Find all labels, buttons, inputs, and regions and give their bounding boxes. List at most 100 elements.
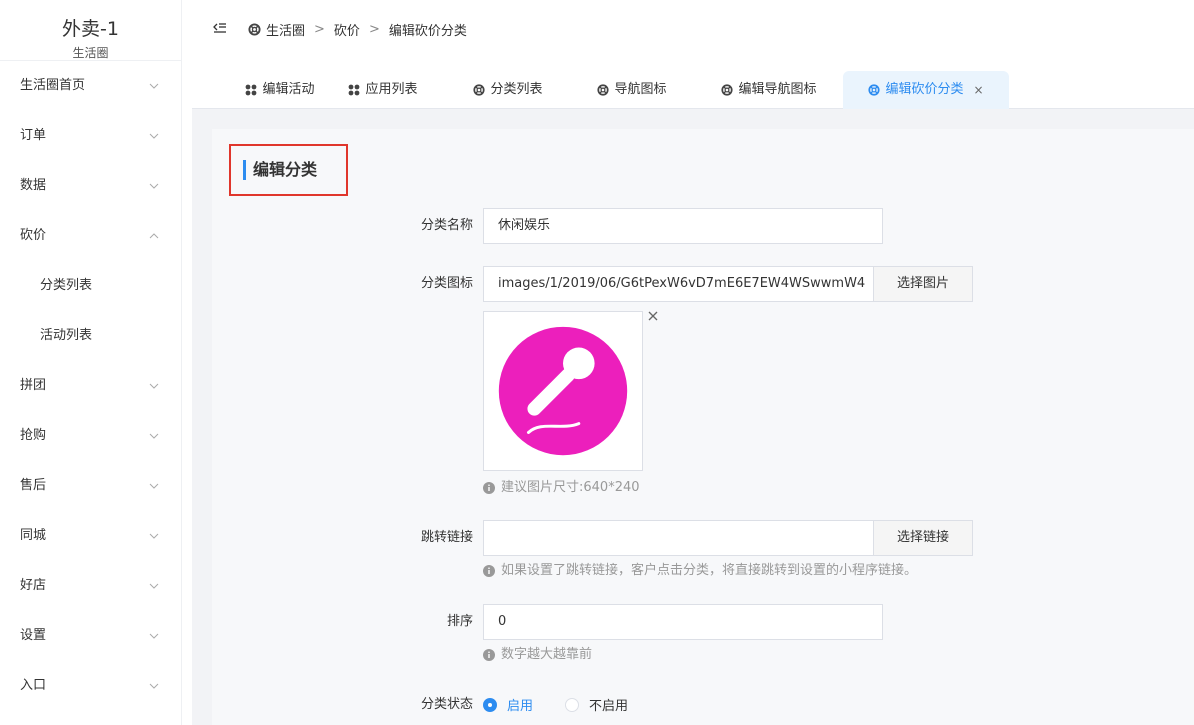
chevron-down-icon: [149, 381, 159, 391]
tab-bar: 编辑活动 应用列表 分类列表 导航图标 编辑导航图标 编辑砍价分类 ×: [192, 58, 1194, 109]
chevron-down-icon: [149, 131, 159, 141]
radio-unchecked-icon: [565, 697, 579, 712]
sidebar-item-group-buy[interactable]: 拼团: [0, 361, 181, 411]
info-icon: [483, 482, 495, 494]
sidebar-item-label: 设置: [20, 628, 47, 643]
lifebuoy-icon: [248, 22, 261, 36]
sidebar-item-label: 订单: [20, 128, 47, 143]
breadcrumb-separator: >: [314, 21, 325, 37]
chevron-down-icon: [149, 431, 159, 441]
sidebar-item-label: 活动列表: [40, 328, 93, 343]
sidebar-item-category-list[interactable]: 分类列表: [0, 261, 181, 311]
sidebar-item-good-shop[interactable]: 好店: [0, 561, 181, 611]
breadcrumb-item-bargain[interactable]: 砍价: [334, 20, 360, 39]
breadcrumb-item-current: 编辑砍价分类: [388, 23, 467, 39]
tab-app-list[interactable]: 应用列表: [340, 71, 426, 109]
breadcrumb-item-life-circle[interactable]: 生活圈: [266, 20, 305, 39]
tab-edit-nav-icon[interactable]: 编辑导航图标: [706, 71, 832, 109]
status-disabled-radio[interactable]: 不启用: [565, 695, 628, 714]
sidebar-item-label: 售后: [20, 478, 47, 493]
sort-label: 排序: [446, 614, 473, 629]
microphone-icon: [498, 326, 628, 456]
sidebar-item-settings[interactable]: 设置: [0, 611, 181, 661]
lifebuoy-icon: [473, 84, 486, 96]
radio-label: 启用: [507, 699, 534, 714]
tab-label: 编辑活动: [262, 82, 315, 97]
status-label: 分类状态: [420, 697, 473, 712]
breadcrumb: 生活圈 > 砍价 > 编辑砍价分类: [248, 19, 467, 39]
tab-edit-bargain-category[interactable]: 编辑砍价分类 ×: [843, 71, 1009, 109]
name-label: 分类名称: [420, 218, 473, 233]
radio-checked-icon: [483, 697, 497, 712]
sidebar-item-label: 生活圈首页: [20, 78, 86, 93]
tab-label: 分类列表: [490, 82, 543, 97]
lifebuoy-icon: [721, 84, 734, 96]
lifebuoy-icon: [868, 84, 881, 96]
chevron-down-icon: [149, 481, 159, 491]
icon-label: 分类图标: [420, 276, 473, 291]
grid-icon: [245, 84, 257, 96]
name-input[interactable]: 休闲娱乐: [483, 208, 883, 244]
select-link-button[interactable]: 选择链接: [874, 520, 973, 556]
sidebar-item-activity-list[interactable]: 活动列表: [0, 311, 181, 361]
content-panel: 编辑分类 分类名称 休闲娱乐 分类图标 images/1/2019/06/G6t…: [212, 129, 1194, 725]
chevron-down-icon: [149, 181, 159, 191]
sidebar-item-bargain[interactable]: 砍价: [0, 211, 181, 261]
tab-nav-icons[interactable]: 导航图标: [584, 71, 680, 109]
close-icon[interactable]: ×: [973, 71, 983, 109]
chevron-down-icon: [149, 681, 159, 691]
tab-label: 编辑砍价分类: [885, 82, 964, 97]
sidebar-item-label: 入口: [20, 678, 47, 693]
sidebar-item-orders[interactable]: 订单: [0, 111, 181, 161]
icon-path-input[interactable]: images/1/2019/06/G6tPexW6vD7mE6E7EW4WSww…: [483, 266, 874, 302]
lifebuoy-icon: [597, 84, 610, 96]
sidebar-item-label: 数据: [20, 178, 47, 193]
sidebar-item-label: 砍价: [20, 228, 47, 243]
brand-title: 外卖-1: [62, 18, 119, 40]
link-hint: 如果设置了跳转链接，客户点击分类，将直接跳转到设置的小程序链接。: [483, 562, 917, 580]
tab-edit-activity[interactable]: 编辑活动: [232, 71, 328, 109]
info-icon: [483, 565, 495, 577]
sidebar-item-label: 好店: [20, 578, 47, 593]
select-image-button[interactable]: 选择图片: [874, 266, 973, 302]
hint-text: 建议图片尺寸:640*240: [501, 480, 640, 495]
chevron-down-icon: [149, 581, 159, 591]
sidebar-item-label: 拼团: [20, 378, 47, 393]
sidebar-item-entry[interactable]: 入口: [0, 661, 181, 711]
hint-text: 数字越大越靠前: [501, 647, 593, 662]
chevron-up-icon: [149, 231, 159, 241]
sidebar-item-label: 同城: [20, 528, 47, 543]
remove-image-icon[interactable]: [646, 309, 660, 323]
sidebar-item-home[interactable]: 生活圈首页: [0, 61, 181, 111]
sidebar-item-local[interactable]: 同城: [0, 511, 181, 561]
main-area: 生活圈 > 砍价 > 编辑砍价分类 编辑活动 应用列表 分类列表 导航图标 编辑…: [192, 0, 1194, 725]
radio-label: 不启用: [589, 699, 629, 714]
tab-label: 应用列表: [365, 82, 418, 97]
sidebar-item-flash-sale[interactable]: 抢购: [0, 411, 181, 461]
top-bar: 生活圈 > 砍价 > 编辑砍价分类: [192, 0, 1194, 58]
tab-category-list[interactable]: 分类列表: [460, 71, 556, 109]
brand: 外卖-1 生活圈: [0, 0, 181, 61]
icon-preview: [483, 311, 643, 471]
sidebar-item-label: 分类列表: [40, 278, 93, 293]
grid-icon: [348, 84, 360, 96]
icon-size-hint: 建议图片尺寸:640*240: [483, 479, 640, 497]
info-icon: [483, 649, 495, 661]
title-accent-bar: [243, 160, 246, 180]
chevron-down-icon: [149, 631, 159, 641]
section-title: 编辑分类: [253, 160, 318, 179]
sidebar-item-data[interactable]: 数据: [0, 161, 181, 211]
section-title-highlight: 编辑分类: [229, 144, 348, 196]
chevron-down-icon: [149, 531, 159, 541]
brand-subtitle: 生活圈: [72, 46, 109, 60]
tab-label: 导航图标: [614, 82, 667, 97]
sidebar-item-after-sales[interactable]: 售后: [0, 461, 181, 511]
sidebar: 外卖-1 生活圈 生活圈首页 订单 数据 砍价 分类列表 活动列表 拼团 抢购 …: [0, 0, 182, 725]
sidebar-item-label: 抢购: [20, 428, 47, 443]
link-input[interactable]: [483, 520, 874, 556]
sort-input[interactable]: 0: [483, 604, 883, 640]
status-enabled-radio[interactable]: 启用: [483, 695, 533, 714]
sidebar-menu: 生活圈首页 订单 数据 砍价 分类列表 活动列表 拼团 抢购 售后 同城 好店 …: [0, 61, 181, 711]
collapse-menu-icon[interactable]: [212, 20, 228, 36]
tab-label: 编辑导航图标: [738, 82, 817, 97]
